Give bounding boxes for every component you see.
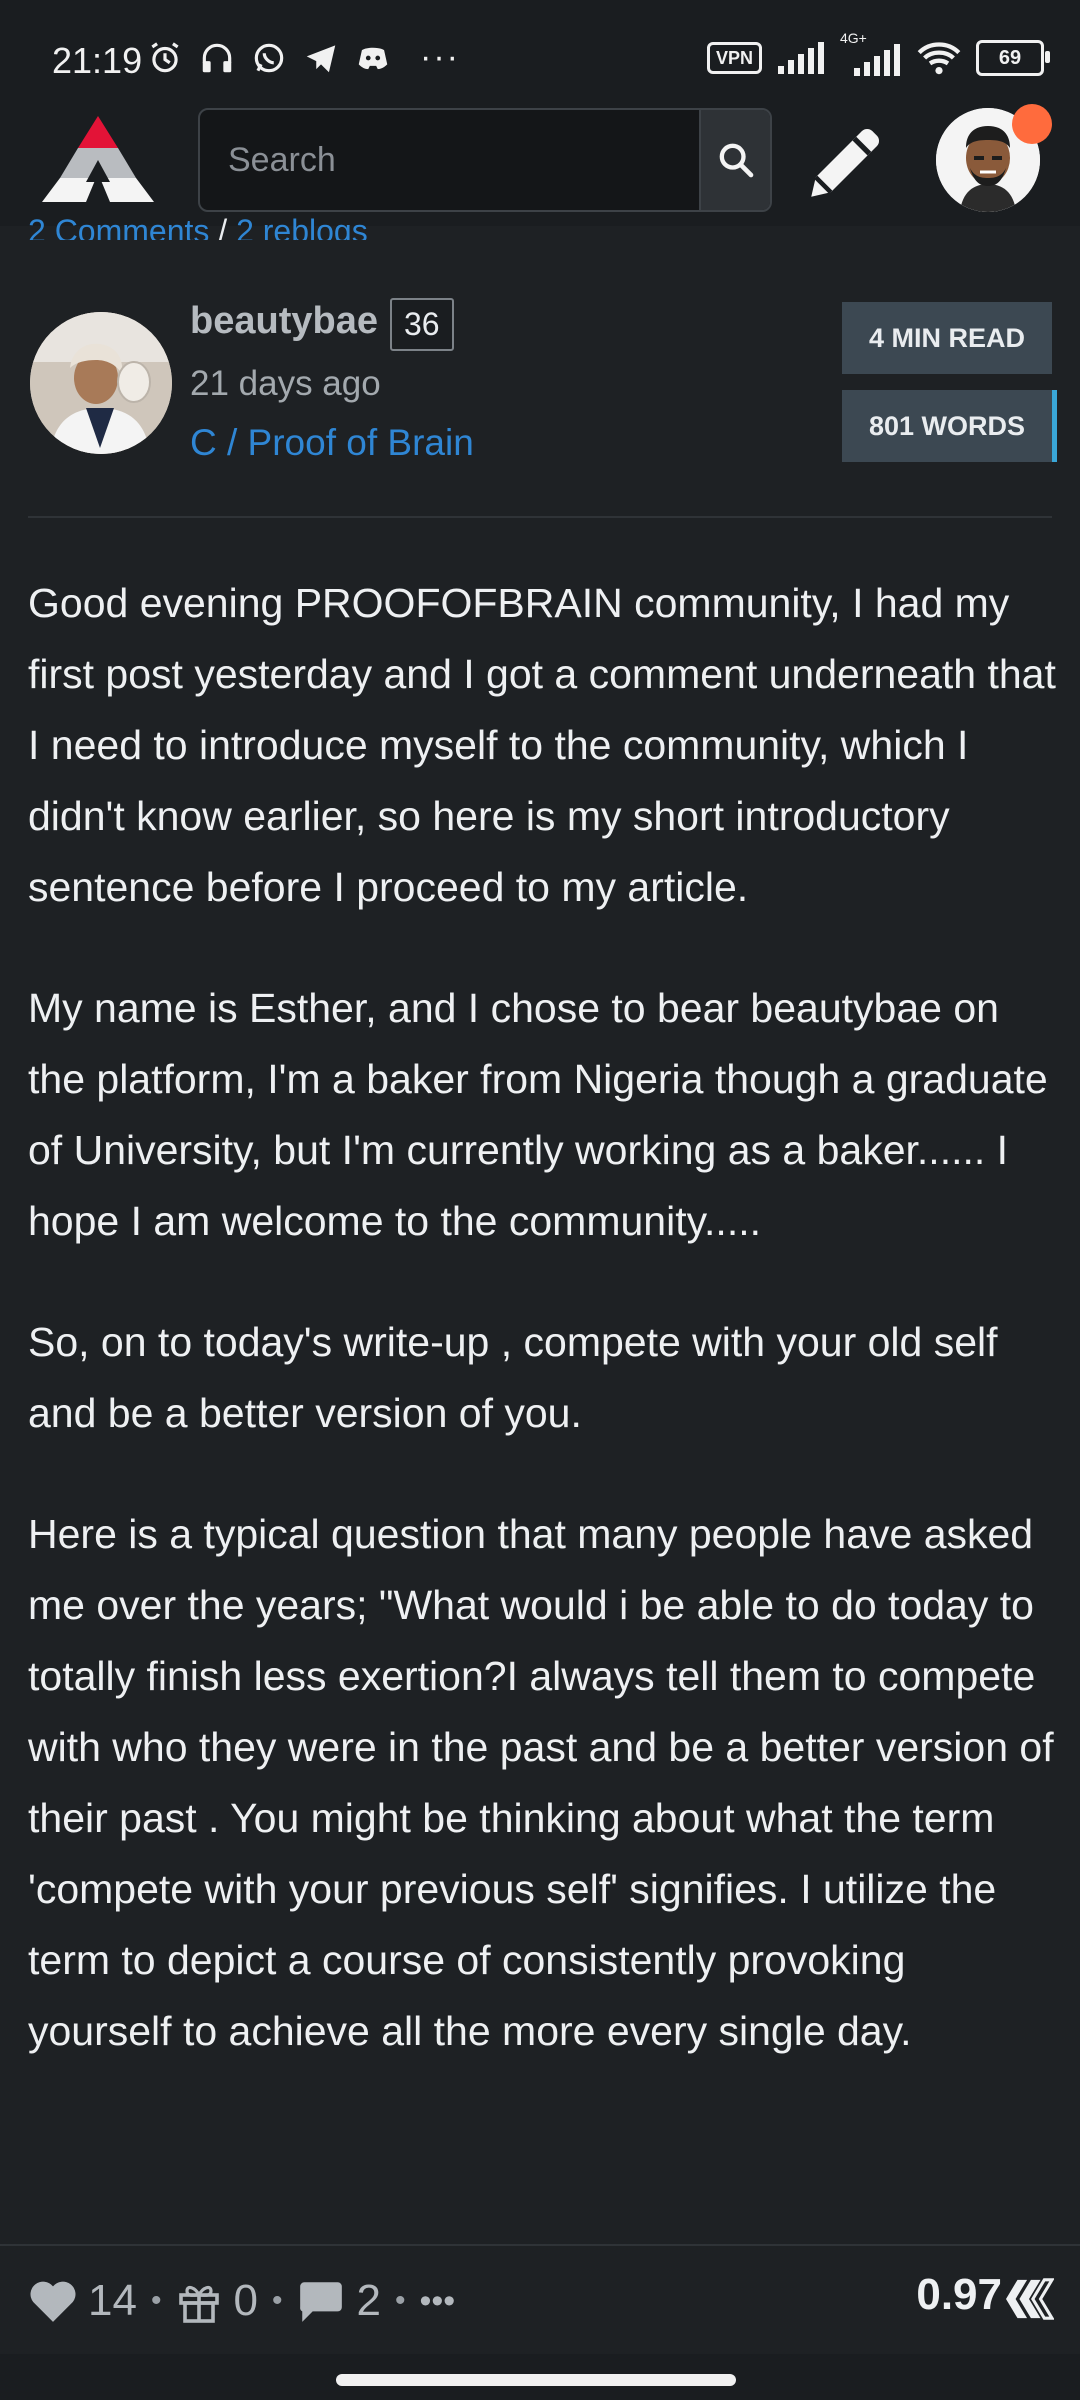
home-gesture-handle[interactable] [336, 2374, 736, 2386]
payout-value[interactable]: 0.97 [916, 2270, 1002, 2320]
article-viewport: Good evening PROOFOFBRAIN community, I h… [0, 0, 1080, 2244]
article-paragraph: Here is a typical question that many peo… [28, 1511, 1054, 2054]
comment-count: 2 [356, 2276, 381, 2325]
heart-icon [30, 2281, 76, 2322]
action-separator: • [150, 2284, 162, 2317]
more-options-button[interactable]: ••• [419, 2282, 455, 2321]
gift-count: 0 [233, 2276, 258, 2325]
article-paragraph: So, on to today's write-up , compete wit… [28, 1319, 998, 1436]
hive-currency-icon [1006, 2278, 1054, 2320]
article-body: Good evening PROOFOFBRAIN community, I h… [28, 568, 1058, 2117]
post-action-bar: 14 • 0 • 2 • ••• 0.97 [0, 2244, 1080, 2356]
gift-button[interactable]: 0 [175, 2276, 258, 2326]
action-separator: • [394, 2284, 406, 2317]
article-paragraph: Good evening PROOFOFBRAIN community, I h… [28, 580, 1056, 910]
like-button[interactable]: 14 [28, 2276, 137, 2326]
comment-button[interactable]: 2 [296, 2276, 381, 2326]
gift-icon [179, 2285, 220, 2323]
article-paragraph: My name is Esther, and I chose to bear b… [28, 985, 1048, 1244]
like-count: 14 [88, 2276, 137, 2325]
comment-icon [300, 2282, 343, 2322]
system-nav-bar [0, 2354, 1080, 2400]
action-separator: • [271, 2284, 283, 2317]
